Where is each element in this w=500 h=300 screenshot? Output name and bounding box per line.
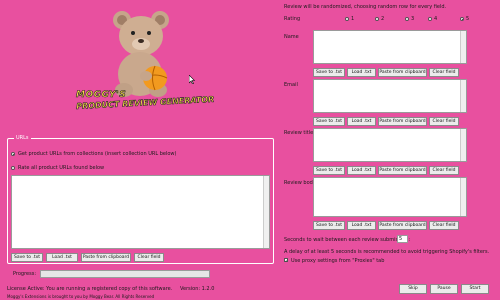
- collection-urls-label[interactable]: Get product URLs from collections (inser…: [18, 151, 176, 157]
- review-title-load-button[interactable]: Load .txt: [347, 166, 376, 175]
- urls-textarea[interactable]: [11, 175, 270, 249]
- urls-save-button[interactable]: Save to .txt: [11, 253, 43, 262]
- urls-scrollbar[interactable]: [263, 176, 269, 248]
- name-save-button[interactable]: Save to .txt: [313, 68, 345, 77]
- email-textarea[interactable]: [313, 79, 467, 113]
- urls-group: URLs Get product URLs from collections (…: [7, 135, 274, 264]
- email-clear-button[interactable]: Clear field: [429, 117, 459, 126]
- skip-button[interactable]: Skip: [399, 284, 427, 294]
- rating-4-radio[interactable]: [428, 17, 432, 21]
- urls-clear-button[interactable]: Clear field: [134, 253, 164, 262]
- review-title-label: Review title: [284, 130, 314, 136]
- review-body-paste-button[interactable]: Paste from clipboard: [378, 221, 427, 230]
- progress-bar: [40, 270, 210, 278]
- progress-label: Progress:: [13, 271, 37, 277]
- collection-urls-radio[interactable]: [11, 152, 15, 156]
- rating-5-label[interactable]: 5: [466, 16, 469, 22]
- review-body-textarea[interactable]: [313, 177, 467, 217]
- credit-text: Moggy's Extensions is brought to you by …: [7, 294, 155, 299]
- wait-seconds-input[interactable]: 5: [397, 235, 408, 243]
- use-proxy-checkbox[interactable]: ✓: [284, 258, 288, 263]
- rating-5-radio[interactable]: [460, 17, 464, 21]
- review-title-paste-button[interactable]: Paste from clipboard: [378, 166, 427, 175]
- rating-label: Rating: [284, 16, 301, 22]
- name-load-button[interactable]: Load .txt: [347, 68, 376, 77]
- start-button[interactable]: Start: [461, 284, 489, 294]
- logo-title-line1: MOGGY'S: [76, 90, 127, 101]
- pause-button[interactable]: Pause: [430, 284, 458, 294]
- review-title-save-button[interactable]: Save to .txt: [313, 166, 345, 175]
- wait-seconds-value: 5: [399, 236, 403, 242]
- all-product-urls-radio[interactable]: [11, 166, 15, 170]
- name-clear-button[interactable]: Clear field: [429, 68, 459, 77]
- review-body-scrollbar[interactable]: [460, 178, 466, 216]
- email-load-button[interactable]: Load .txt: [347, 117, 376, 126]
- review-body-save-button[interactable]: Save to .txt: [313, 221, 345, 230]
- review-title-textarea[interactable]: [313, 128, 467, 162]
- review-body-clear-button[interactable]: Clear field: [429, 221, 459, 230]
- review-title-scrollbar[interactable]: [460, 129, 466, 161]
- rating-1-radio[interactable]: [345, 17, 349, 21]
- randomize-notice: Review will be randomized, choosing rand…: [284, 4, 447, 10]
- rating-2-label[interactable]: 2: [381, 16, 384, 22]
- name-paste-button[interactable]: Paste from clipboard: [378, 68, 427, 77]
- rating-3-radio[interactable]: [405, 17, 409, 21]
- urls-load-button[interactable]: Load .txt: [46, 253, 78, 262]
- review-body-load-button[interactable]: Load .txt: [347, 221, 376, 230]
- version-text: Version: 1.2.0: [180, 286, 215, 292]
- name-textarea[interactable]: [313, 30, 467, 64]
- all-product-urls-label[interactable]: Rate all product URLs found below: [18, 165, 104, 171]
- urls-paste-button[interactable]: Paste from clipboard: [81, 253, 131, 262]
- teddy-bear-icon: [113, 11, 169, 97]
- rating-4-label[interactable]: 4: [434, 16, 437, 22]
- license-status: License Active: You are running a regist…: [7, 286, 173, 292]
- name-scrollbar[interactable]: [460, 31, 466, 63]
- app-logo: MOGGY'S PRODUCT REVIEW GENERATOR: [60, 4, 220, 130]
- email-save-button[interactable]: Save to .txt: [313, 117, 345, 126]
- delay-note: A delay of at least 5 seconds is recomme…: [284, 249, 490, 255]
- mouse-cursor-icon: [189, 75, 195, 84]
- urls-group-title: URLs: [14, 135, 31, 141]
- rating-2-radio[interactable]: [375, 17, 379, 21]
- rating-3-label[interactable]: 3: [411, 16, 414, 22]
- review-title-clear-button[interactable]: Clear field: [429, 166, 459, 175]
- email-scrollbar[interactable]: [460, 80, 466, 112]
- name-label: Name: [284, 34, 299, 40]
- review-body-label: Review body: [284, 180, 316, 186]
- use-proxy-label[interactable]: Use proxy settings from "Proxies" tab: [291, 258, 384, 264]
- email-paste-button[interactable]: Paste from clipboard: [378, 117, 427, 126]
- rating-1-label[interactable]: 1: [351, 16, 354, 22]
- wait-seconds-label: Seconds to wait between each review subm…: [284, 237, 410, 243]
- email-label: Email: [284, 82, 298, 88]
